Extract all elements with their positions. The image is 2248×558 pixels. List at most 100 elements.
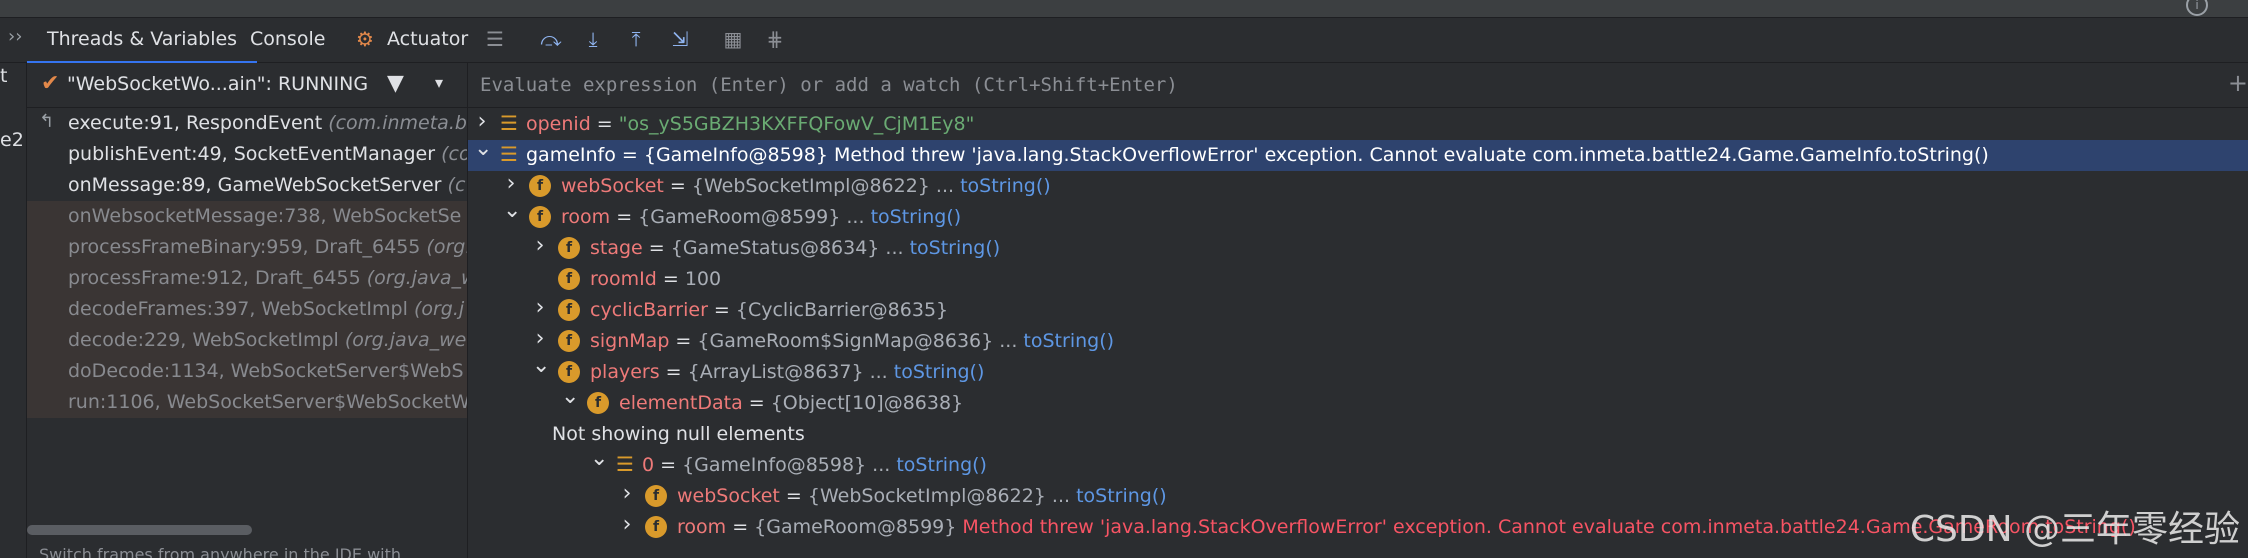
field-icon: f xyxy=(558,299,580,321)
variable-row[interactable]: › f stage = {GameStatus@8634} ... toString… xyxy=(468,233,2248,264)
chevron-down-icon[interactable]: ⌄ xyxy=(561,384,579,409)
tab-threads-variables[interactable]: Threads & Variables xyxy=(26,28,258,64)
stack-frame[interactable]: onWebsocketMessage:738, WebSocketSe xyxy=(27,201,467,232)
variable-name: elementData xyxy=(619,392,743,414)
step-over-icon[interactable]: ⤼ xyxy=(538,26,564,52)
filter-icon[interactable]: ▼ xyxy=(387,71,404,96)
variable-value: Not showing null elements xyxy=(552,423,805,445)
frame-location: publishEvent:49, SocketEventManager xyxy=(68,143,442,165)
stack-frame[interactable]: processFrameBinary:959, Draft_6455 (org. xyxy=(27,232,467,263)
variable-row[interactable]: Not showing null elements xyxy=(468,419,2248,450)
field-icon: f xyxy=(645,485,667,507)
chevron-right-icon[interactable]: › xyxy=(532,295,548,320)
field-icon: f xyxy=(558,330,580,352)
evaluate-expression-icon[interactable]: ▦ xyxy=(720,26,746,52)
variable-row[interactable]: f roomId = 100 xyxy=(468,264,2248,295)
variable-text: elementData = {Object[10]@8638} xyxy=(619,392,963,414)
string-value: "os_yS5GBZH3KXFFQFowV_CjM1Ey8" xyxy=(618,113,975,135)
chevron-down-icon[interactable]: ⌄ xyxy=(532,353,550,378)
stack-frame-label: onMessage:89, GameWebSocketServer (c xyxy=(68,174,465,196)
chevron-down-icon[interactable]: ⌄ xyxy=(590,446,608,471)
tostring-link[interactable]: toString() xyxy=(896,454,987,476)
gutter-text-1: t xyxy=(0,65,8,87)
run-to-cursor-icon[interactable]: ⇲ xyxy=(667,26,693,52)
actuator-icon[interactable]: ⚙ xyxy=(352,26,378,52)
variable-value: {GameStatus@8634} ... xyxy=(670,237,910,259)
stack-frame[interactable]: onMessage:89, GameWebSocketServer (c xyxy=(27,170,467,201)
tab-console[interactable]: Console xyxy=(250,28,325,50)
chevron-right-icon[interactable]: › xyxy=(619,481,635,506)
chevron-right-icon[interactable]: › xyxy=(532,326,548,351)
chevron-right-icon[interactable]: › xyxy=(474,109,490,134)
field-icon: f xyxy=(558,268,580,290)
field-icon: f xyxy=(529,175,551,197)
equals-sign: = xyxy=(707,299,736,321)
step-into-icon[interactable]: ⤓ xyxy=(580,26,606,52)
tostring-link[interactable]: toString() xyxy=(894,361,985,383)
frame-location: doDecode:1134, WebSocketServer$WebS xyxy=(68,360,464,382)
variable-row[interactable]: › f cyclicBarrier = {CyclicBarrier@8635} xyxy=(468,295,2248,326)
stack-frame[interactable]: ↰ execute:91, RespondEvent (com.inmeta.ba xyxy=(27,108,467,139)
add-watch-icon[interactable]: + xyxy=(2228,69,2248,97)
variable-row[interactable]: ⌄ ☰ gameInfo = {GameInfo@8598} Method thre… xyxy=(468,136,2248,171)
variable-name: roomId xyxy=(590,268,657,290)
frames-hint: Switch frames from anywhere in the IDE w… xyxy=(39,545,402,558)
variable-row[interactable]: ⌄ f room = {GameRoom@8599} ... toString() xyxy=(468,198,2248,233)
field-icon: f xyxy=(645,516,667,538)
stack-frame[interactable]: decode:229, WebSocketImpl (org.java_we xyxy=(27,325,467,356)
tostring-link[interactable]: toString() xyxy=(910,237,1001,259)
variable-row[interactable]: › f signMap = {GameRoom$SignMap@8636} ... … xyxy=(468,326,2248,357)
variable-row[interactable]: ⌄ ☰ 0 = {GameInfo@8598} ... toString() xyxy=(468,446,2248,481)
stack-frame[interactable]: run:1106, WebSocketServer$WebSocketW xyxy=(27,387,467,418)
tab-actuator[interactable]: Actuator xyxy=(387,28,468,50)
stack-frame[interactable]: publishEvent:49, SocketEventManager (co xyxy=(27,139,467,170)
thread-selector[interactable]: ✔ "WebSocketWo...ain": RUNNING ▼ ▾ xyxy=(27,63,467,108)
chevron-down-icon[interactable]: ▾ xyxy=(435,73,443,92)
variable-name: webSocket xyxy=(561,175,664,197)
variable-row[interactable]: ⌄ f players = {ArrayList@8637} ... toStrin… xyxy=(468,353,2248,388)
variable-value: {GameRoom$SignMap@8636} ... xyxy=(697,330,1024,352)
step-out-icon[interactable]: ⤒ xyxy=(623,26,649,52)
info-icon[interactable]: i xyxy=(2186,0,2208,16)
frame-location: processFrame:912, Draft_6455 xyxy=(68,267,367,289)
frame-location: run:1106, WebSocketServer$WebSocketW xyxy=(68,391,468,413)
stack-frame-label: execute:91, RespondEvent (com.inmeta.ba xyxy=(68,112,467,134)
variable-name: room xyxy=(677,516,727,538)
frame-location: decode:229, WebSocketImpl xyxy=(68,329,345,351)
stack-frame[interactable]: decodeFrames:397, WebSocketImpl (org.j xyxy=(27,294,467,325)
variable-row[interactable]: › ☰ openid = "os_yS5GBZH3KXFFQFowV_CjM1Ey8… xyxy=(468,109,2248,140)
tostring-link[interactable]: toString() xyxy=(960,175,1051,197)
variable-name: signMap xyxy=(590,330,670,352)
equals-sign: = xyxy=(654,454,683,476)
tostring-link[interactable]: toString() xyxy=(1076,485,1167,507)
variable-row[interactable]: › f webSocket = {WebSocketImpl@8622} ... t… xyxy=(468,171,2248,202)
watermark: CSDN @三年零经验 xyxy=(1909,509,2240,550)
chevron-right-icon[interactable]: › xyxy=(619,512,635,537)
tostring-link[interactable]: toString() xyxy=(1023,330,1114,352)
frame-package: (org.j xyxy=(413,298,465,320)
variable-name: stage xyxy=(590,237,643,259)
expand-panels-icon[interactable]: ›› xyxy=(8,26,22,47)
chevron-right-icon[interactable]: › xyxy=(532,233,548,258)
variable-row[interactable]: ⌄ f elementData = {Object[10]@8638} xyxy=(468,384,2248,419)
stack-frame[interactable]: doDecode:1134, WebSocketServer$WebS xyxy=(27,356,467,387)
variable-name: openid xyxy=(526,113,591,135)
tostring-link[interactable]: toString() xyxy=(871,206,962,228)
variable-value: {GameRoom@8599} ... xyxy=(638,206,871,228)
field-icon: f xyxy=(529,206,551,228)
chevron-down-icon[interactable]: ⌄ xyxy=(474,136,492,161)
stack-frame-label: onWebsocketMessage:738, WebSocketSe xyxy=(68,205,461,227)
stack-frame-label: run:1106, WebSocketServer$WebSocketW xyxy=(68,391,468,413)
variable-value: {WebSocketImpl@8622} ... xyxy=(807,485,1077,507)
frame-location: onMessage:89, GameWebSocketServer xyxy=(68,174,448,196)
horizontal-scrollbar[interactable] xyxy=(27,525,252,535)
menu-icon[interactable]: ☰ xyxy=(482,26,508,52)
frame-location: decodeFrames:397, WebSocketImpl xyxy=(68,298,414,320)
equals-sign: = xyxy=(779,485,808,507)
variable-text: 0 = {GameInfo@8598} ... toString() xyxy=(642,454,987,476)
trace-stream-icon[interactable]: ⋕ xyxy=(762,26,788,52)
chevron-right-icon[interactable]: › xyxy=(503,171,519,196)
stack-frame[interactable]: processFrame:912, Draft_6455 (org.java_w xyxy=(27,263,467,294)
evaluate-expression-input[interactable] xyxy=(478,69,2182,101)
chevron-down-icon[interactable]: ⌄ xyxy=(503,198,521,223)
